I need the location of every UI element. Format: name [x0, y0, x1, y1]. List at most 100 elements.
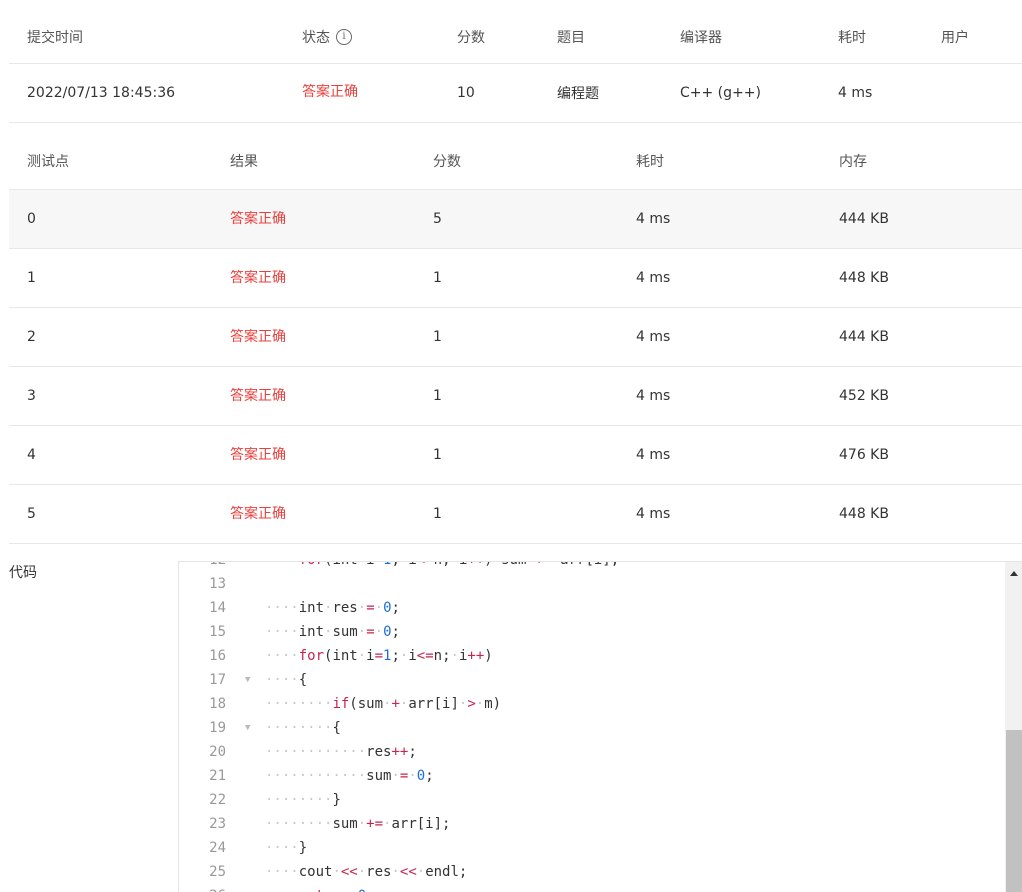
fold-triangle-icon[interactable]: ▼: [245, 716, 250, 740]
testcase-score: 1: [433, 506, 442, 522]
testcase-memory: 444 KB: [839, 211, 889, 227]
fold-triangle-icon[interactable]: ▼: [245, 668, 250, 692]
testcase-time: 4 ms: [636, 506, 671, 522]
header-submit-time: 提交时间: [27, 29, 83, 46]
code-label: 代码: [9, 565, 37, 581]
testcase-result: 答案正确: [230, 329, 286, 345]
caret-up-icon[interactable]: [1005, 562, 1022, 584]
testcase-time: 4 ms: [636, 270, 671, 286]
code-line: 25 ····cout·<<·res·<<·endl;: [179, 860, 1005, 884]
testcase-row: 0 答案正确 5 4 ms 444 KB: [9, 190, 1022, 249]
problem-link[interactable]: 编程题: [557, 64, 599, 122]
code-text: ····int·sum·=·0;: [265, 624, 400, 640]
code-text: ····}: [265, 840, 308, 856]
testcase-id: 2: [27, 329, 36, 345]
line-number: 20: [209, 744, 226, 760]
editor-scrollbar[interactable]: [1005, 562, 1022, 892]
testcase-rows: 0 答案正确 5 4 ms 444 KB 1 答案正确 1 4 ms 448 KB 2 答案正确 1 4 …: [9, 190, 1022, 544]
testcase-row: 5 答案正确 1 4 ms 448 KB: [9, 485, 1022, 544]
submission-table: 提交时间 状态 i 分数 题目 编译器 耗时 用户 2022/07/13 18:…: [9, 10, 1022, 123]
header-score: 分数: [457, 29, 485, 46]
code-text: ····for(int·i=1;·i<=n;·i++)·sum·+=·arr[i…: [265, 562, 619, 572]
code-text: ····{: [265, 672, 308, 688]
submission-header-row: 提交时间 状态 i 分数 题目 编译器 耗时 用户: [9, 10, 1022, 64]
line-number: 12: [179, 562, 226, 572]
line-number: 18: [209, 696, 226, 712]
code-lines: 12 ····for(int·i=1;·i<=n;·i++)·sum·+=·arr…: [179, 562, 1005, 892]
status-link[interactable]: 答案正确: [302, 60, 358, 122]
testcase-result: 答案正确: [230, 211, 286, 227]
testcase-header-row: 测试点 结果 分数 耗时 内存: [9, 132, 1022, 190]
code-text: ····int·res·=·0;: [265, 600, 400, 616]
code-line: 14 ····int·res·=·0;: [179, 596, 1005, 620]
header-result: 结果: [230, 153, 258, 170]
code-line: 19 ▼ ········{: [179, 716, 1005, 740]
testcase-result: 答案正确: [230, 447, 286, 463]
header-duration: 耗时: [838, 29, 866, 46]
line-number: 17: [209, 672, 226, 688]
testcase-time: 4 ms: [636, 329, 671, 345]
testcase-score: 1: [433, 388, 442, 404]
line-number: 13: [209, 576, 226, 592]
code-line: 12 ····for(int·i=1;·i<=n;·i++)·sum·+=·arr…: [179, 562, 1005, 572]
header-memory: 内存: [839, 153, 867, 170]
testcase-memory: 448 KB: [839, 270, 889, 286]
testcase-row: 4 答案正确 1 4 ms 476 KB: [9, 426, 1022, 485]
header-compiler: 编译器: [680, 29, 722, 46]
code-line: 13: [179, 572, 1005, 596]
testcase-memory: 452 KB: [839, 388, 889, 404]
code-text: ····cout·<<·res·<<·endl;: [265, 864, 468, 880]
testcase-memory: 476 KB: [839, 447, 889, 463]
testcase-time: 4 ms: [636, 447, 671, 463]
testcase-row: 3 答案正确 1 4 ms 452 KB: [9, 367, 1022, 426]
line-number: 14: [209, 600, 226, 616]
code-editor[interactable]: 12 ····for(int·i=1;·i<=n;·i++)·sum·+=·arr…: [178, 561, 1022, 892]
code-line: 21 ············sum·=·0;: [179, 764, 1005, 788]
code-line: 20 ············res++;: [179, 740, 1005, 764]
testcase-score: 5: [433, 211, 442, 227]
testcase-result: 答案正确: [230, 506, 286, 522]
testcase-id: 0: [27, 211, 36, 227]
testcase-score: 1: [433, 329, 442, 345]
code-line: 23 ········sum·+=·arr[i];: [179, 812, 1005, 836]
code-line: 15 ····int·sum·=·0;: [179, 620, 1005, 644]
testcase-time: 4 ms: [636, 388, 671, 404]
line-number: 15: [209, 624, 226, 640]
code-text: ········{: [265, 720, 341, 736]
line-number: 16: [209, 648, 226, 664]
code-text: ········}: [265, 792, 341, 808]
code-line: 16 ····for(int·i=1;·i<=n;·i++): [179, 644, 1005, 668]
testcase-id: 5: [27, 506, 36, 522]
header-status: 状态 i: [302, 10, 352, 63]
line-number: 19: [209, 720, 226, 736]
testcase-time: 4 ms: [636, 211, 671, 227]
code-line: 24 ····}: [179, 836, 1005, 860]
line-number: 22: [209, 792, 226, 808]
testcase-id: 1: [27, 270, 36, 286]
header-score: 分数: [433, 153, 461, 170]
header-time: 耗时: [636, 153, 664, 170]
code-text: ············sum·=·0;: [265, 768, 434, 784]
scroll-thumb[interactable]: [1006, 730, 1022, 892]
header-testcase: 测试点: [27, 153, 69, 170]
info-circle-icon[interactable]: i: [336, 28, 352, 45]
code-text: ····for(int·i=1;·i<=n;·i++): [265, 648, 493, 664]
code-text: ············res++;: [265, 744, 417, 760]
testcase-memory: 444 KB: [839, 329, 889, 345]
testcase-table: 测试点 结果 分数 耗时 内存 0 答案正确 5 4 ms 444 KB 1 答案正确 1 4 …: [9, 132, 1022, 544]
code-line: 18 ········if(sum·+·arr[i]·>·m): [179, 692, 1005, 716]
testcase-id: 3: [27, 388, 36, 404]
submission-row: 2022/07/13 18:45:36 答案正确 10 编程题 C++ (g++…: [9, 64, 1022, 123]
testcase-row: 2 答案正确 1 4 ms 444 KB: [9, 308, 1022, 367]
code-line: 22 ········}: [179, 788, 1005, 812]
line-number: 21: [209, 768, 226, 784]
testcase-row: 1 答案正确 1 4 ms 448 KB: [9, 249, 1022, 308]
testcase-result: 答案正确: [230, 388, 286, 404]
code-text: ········if(sum·+·arr[i]·>·m): [265, 696, 502, 712]
header-problem: 题目: [557, 29, 585, 46]
testcase-score: 1: [433, 447, 442, 463]
testcase-result: 答案正确: [230, 270, 286, 286]
code-text: ········sum·+=·arr[i];: [265, 816, 451, 832]
submission-compiler: C++ (g++): [680, 85, 761, 101]
testcase-score: 1: [433, 270, 442, 286]
